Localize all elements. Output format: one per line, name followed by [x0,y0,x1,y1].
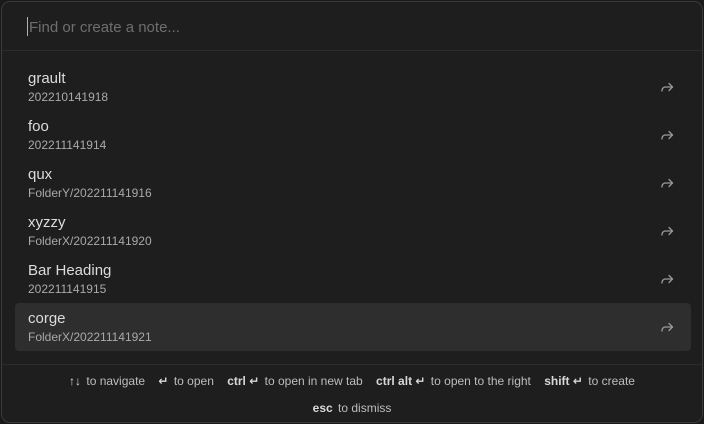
search-row [2,2,702,51]
suggestion-title: foo [28,118,49,135]
suggestion-item[interactable]: Bar Heading 202211141915 [15,255,691,303]
instruction-key: shift ↵ [544,374,583,388]
instruction-open-new-tab: ctrl ↵ to open in new tab [227,374,362,388]
open-arrow-icon[interactable] [659,127,675,143]
suggestion-path: 202211141914 [28,138,107,152]
instruction-create: shift ↵ to create [544,374,635,388]
open-arrow-icon[interactable] [659,271,675,287]
open-arrow-icon[interactable] [659,175,675,191]
suggestion-path: FolderY/202211141916 [28,186,152,200]
suggestion-list: grault 202210141918 foo 202211141914 qux… [15,63,691,351]
suggestion-item[interactable]: qux FolderY/202211141916 [15,159,691,207]
open-arrow-icon[interactable] [659,79,675,95]
suggestion-item-selected[interactable]: corge FolderX/202211141921 [15,303,691,351]
quick-switcher-modal: grault 202210141918 foo 202211141914 qux… [1,1,703,423]
suggestion-item[interactable]: xyzzy FolderX/202211141920 [15,207,691,255]
text-caret [27,17,28,36]
instruction-desc: to create [588,374,635,388]
instructions-line: ↑↓ to navigate ↵ to open ctrl ↵ to open … [2,374,702,388]
suggestion-path: 202210141918 [28,90,109,104]
suggestion-title: xyzzy [28,214,66,231]
instruction-key: ↑↓ [69,374,82,388]
instruction-key: ctrl ↵ [227,374,260,388]
suggestion-title: corge [28,310,66,327]
suggestion-item[interactable]: grault 202210141918 [15,63,691,111]
instruction-dismiss: esc to dismiss [313,401,392,415]
search-input[interactable] [27,15,667,39]
instruction-desc: to open [173,374,214,388]
instruction-key: esc [312,401,333,415]
instructions-footer: ↑↓ to navigate ↵ to open ctrl ↵ to open … [2,364,702,422]
open-arrow-icon[interactable] [659,223,675,239]
instruction-navigate: ↑↓ to navigate [69,374,145,388]
instruction-desc: to dismiss [338,401,392,415]
suggestion-title: qux [28,166,53,183]
open-arrow-icon[interactable] [659,319,675,335]
instruction-open-right: ctrl alt ↵ to open to the right [376,374,531,388]
instruction-key: ↵ [158,374,169,388]
suggestion-title: grault [28,70,66,87]
suggestion-title: Bar Heading [28,262,112,279]
suggestion-path: 202211141915 [28,282,107,296]
suggestion-path: FolderX/202211141921 [28,330,152,344]
instruction-key: ctrl alt ↵ [376,374,426,388]
instruction-desc: to open to the right [430,374,531,388]
suggestion-path: FolderX/202211141920 [28,234,152,248]
instructions-line: esc to dismiss [2,401,702,415]
instruction-open: ↵ to open [158,374,213,388]
instruction-desc: to navigate [86,374,146,388]
suggestion-item[interactable]: foo 202211141914 [15,111,691,159]
instruction-desc: to open in new tab [264,374,363,388]
